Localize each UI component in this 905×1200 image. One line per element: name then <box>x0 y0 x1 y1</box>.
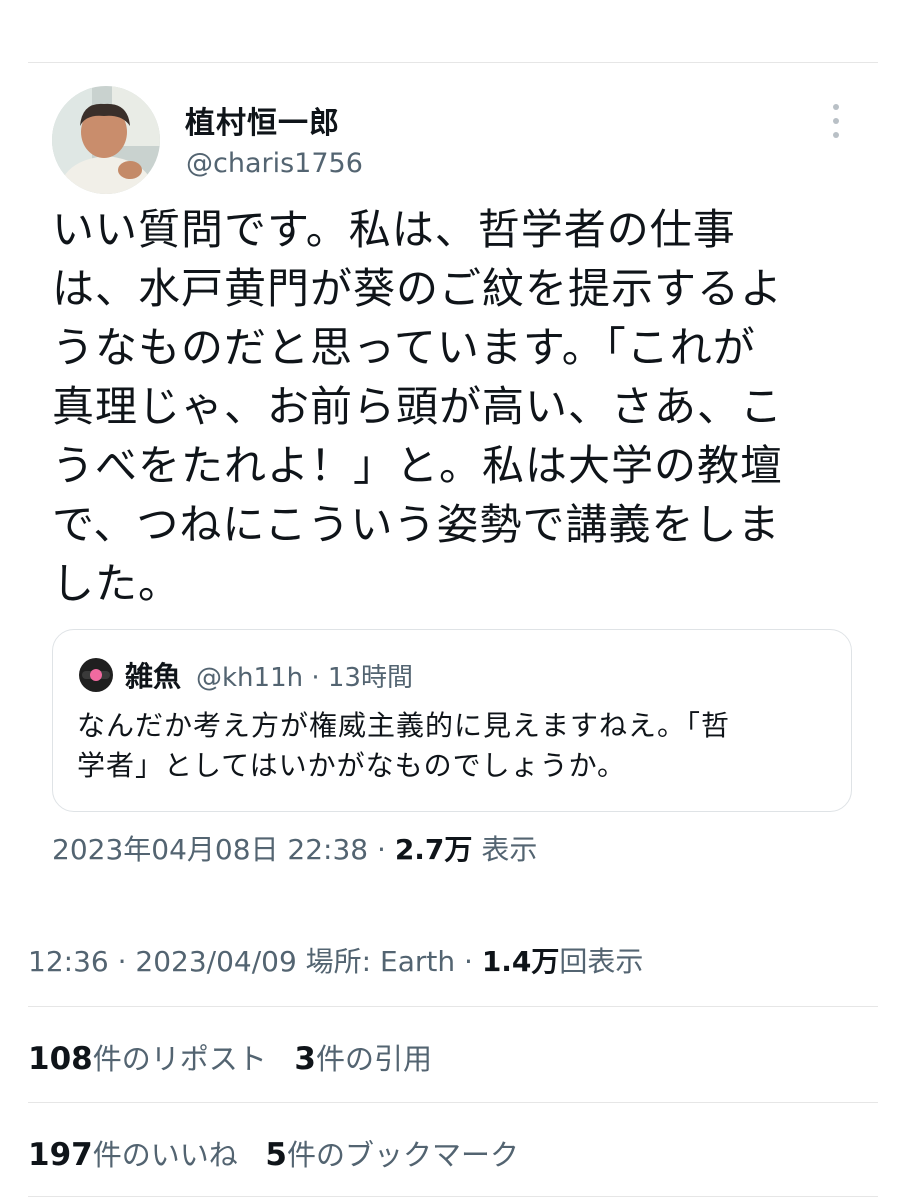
bookmarks-label: 件のブックマーク <box>286 1138 519 1172</box>
author-avatar[interactable] <box>52 86 160 194</box>
like-stats: 197件のいいね 5件のブックマーク <box>28 1132 519 1174</box>
author-name[interactable]: 植村恒一郎 <box>185 98 340 142</box>
more-vertical-icon[interactable] <box>825 104 847 138</box>
stats-divider <box>28 1102 878 1103</box>
repost-stats: 108件のリポスト 3件の引用 <box>28 1036 432 1078</box>
reposts-count: 108 <box>28 1041 93 1077</box>
likes-label: 件のいいね <box>92 1138 238 1172</box>
bookmarks-count: 5 <box>265 1137 287 1173</box>
reposts-label: 件のリポスト <box>92 1042 267 1076</box>
quoted-avatar-icon <box>79 658 113 692</box>
likes-link[interactable]: 197件のいいね <box>28 1137 238 1173</box>
quotes-label: 件の引用 <box>315 1042 432 1076</box>
tweet-views-label: 回表示 <box>559 945 644 978</box>
quoted-meta: @kh11h · 13時間 <box>196 663 413 693</box>
likes-count: 197 <box>28 1137 93 1173</box>
meta-divider <box>28 1006 878 1007</box>
tweet-text: いい質問です。私は、哲学者の仕事 は、水戸黄門が葵のご紋を提示するよ うなものだ… <box>52 205 784 608</box>
quoted-name: 雑魚 <box>125 660 182 693</box>
bottom-divider <box>28 1196 878 1197</box>
quote-timestamp: 2023年04月08日 22:38 · 2.7万 表示 <box>52 828 537 868</box>
quotes-count: 3 <box>294 1041 316 1077</box>
quote-views-count: 2.7万 <box>394 833 473 866</box>
bookmarks-link[interactable]: 5件のブックマーク <box>265 1137 519 1173</box>
quotes-link[interactable]: 3件の引用 <box>294 1041 432 1077</box>
quote-views-label: 表示 <box>472 833 538 866</box>
quoted-tweet[interactable]: 雑魚 @kh11h · 13時間 なんだか考え方が権威主義的に見えますねえ。「哲… <box>52 629 852 812</box>
quote-datetime: 2023年04月08日 22:38 · <box>52 833 395 866</box>
tweet-views-count: 1.4万 <box>481 945 560 978</box>
top-divider <box>28 62 878 63</box>
tweet-meta: 12:36 · 2023/04/09 場所: Earth · 1.4万回表示 <box>28 940 643 980</box>
tweet-time[interactable]: 12:36 · 2023/04/09 場所: Earth · <box>28 945 482 978</box>
reposts-link[interactable]: 108件のリポスト <box>28 1041 267 1077</box>
quoted-text: なんだか考え方が権威主義的に見えますねえ。「哲 学者」としてはいかがなものでしょ… <box>77 709 731 782</box>
author-handle[interactable]: @charis1756 <box>186 148 363 179</box>
